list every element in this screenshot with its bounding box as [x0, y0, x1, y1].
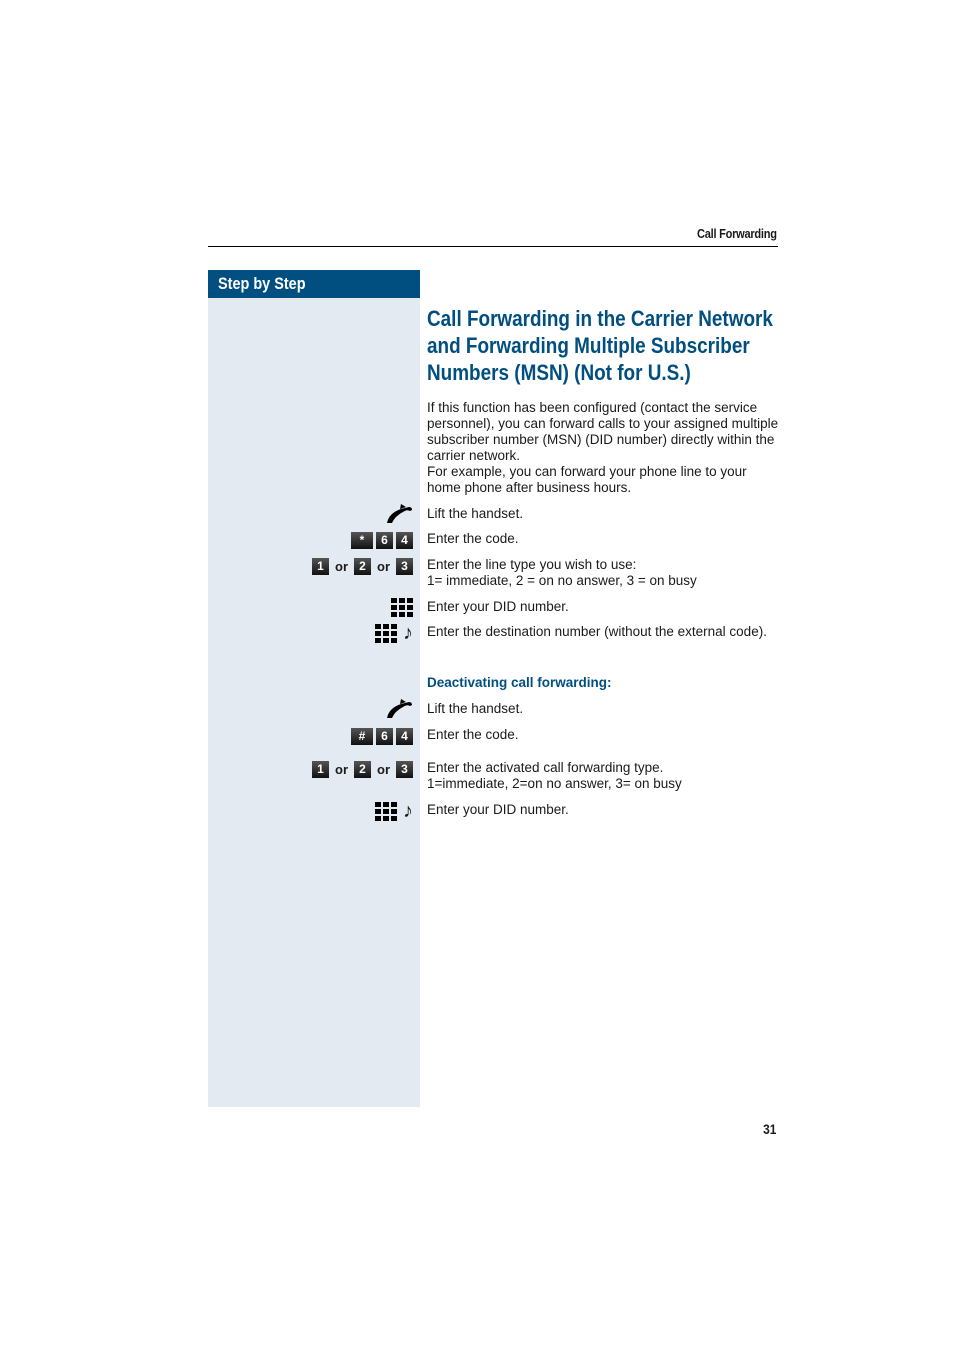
keypad-tone-icon: ♪ [375, 623, 413, 643]
step-text: Lift the handset. [427, 701, 524, 716]
or-label: or [377, 762, 390, 777]
handset-icon [385, 698, 413, 720]
handset-icon [385, 503, 413, 525]
step-text: Enter the destination number (without th… [427, 624, 767, 639]
page-number: 31 [763, 1121, 777, 1137]
code-keys: * 6 4 [351, 532, 413, 549]
choice-keys: 1 or 2 or 3 [312, 558, 413, 575]
step-text: Enter your DID number. [427, 802, 569, 817]
or-label: or [335, 762, 348, 777]
key-2: 2 [354, 761, 371, 778]
intro-line: If this function has been configured (co… [427, 400, 779, 463]
step-text: Enter the code. [427, 727, 519, 742]
tone-icon: ♪ [403, 622, 413, 644]
key-6: 6 [376, 728, 393, 745]
step-text-line: 1= immediate, 2 = on no answer, 3 = on b… [427, 573, 697, 588]
step-text-line: Enter the line type you wish to use: [427, 557, 637, 572]
step-by-step-heading: Step by Step [208, 270, 420, 298]
key-4: 4 [396, 532, 413, 549]
header-divider [208, 246, 778, 247]
choice-keys: 1 or 2 or 3 [312, 761, 413, 778]
or-label: or [377, 559, 390, 574]
page-title: Call Forwarding in the Carrier Network a… [427, 306, 773, 385]
key-1: 1 [312, 761, 329, 778]
intro-paragraph: If this function has been configured (co… [427, 400, 782, 496]
key-1: 1 [312, 558, 329, 575]
keypad-icon [391, 598, 413, 617]
key-6: 6 [376, 532, 393, 549]
intro-line: For example, you can forward your phone … [427, 464, 747, 495]
tone-icon: ♪ [403, 800, 413, 822]
key-4: 4 [396, 728, 413, 745]
step-text-line: 1=immediate, 2=on no answer, 3= on busy [427, 776, 682, 791]
key-2: 2 [354, 558, 371, 575]
keypad-tone-icon: ♪ [375, 801, 413, 821]
step-text: Lift the handset. [427, 506, 524, 521]
section-header: Call Forwarding [697, 226, 777, 241]
key-3: 3 [396, 558, 413, 575]
step-text: Enter your DID number. [427, 599, 569, 614]
step-text-line: Enter the activated call forwarding type… [427, 760, 664, 775]
deactivate-heading: Deactivating call forwarding: [427, 675, 612, 690]
code-keys: # 6 4 [351, 728, 413, 745]
key-hash: # [351, 728, 373, 745]
step-by-step-label: Step by Step [218, 274, 306, 293]
or-label: or [335, 559, 348, 574]
step-text: Enter the activated call forwarding type… [427, 760, 782, 792]
step-text: Enter the line type you wish to use: 1= … [427, 557, 782, 589]
key-3: 3 [396, 761, 413, 778]
step-text: Enter the code. [427, 531, 519, 546]
key-star: * [351, 532, 373, 549]
